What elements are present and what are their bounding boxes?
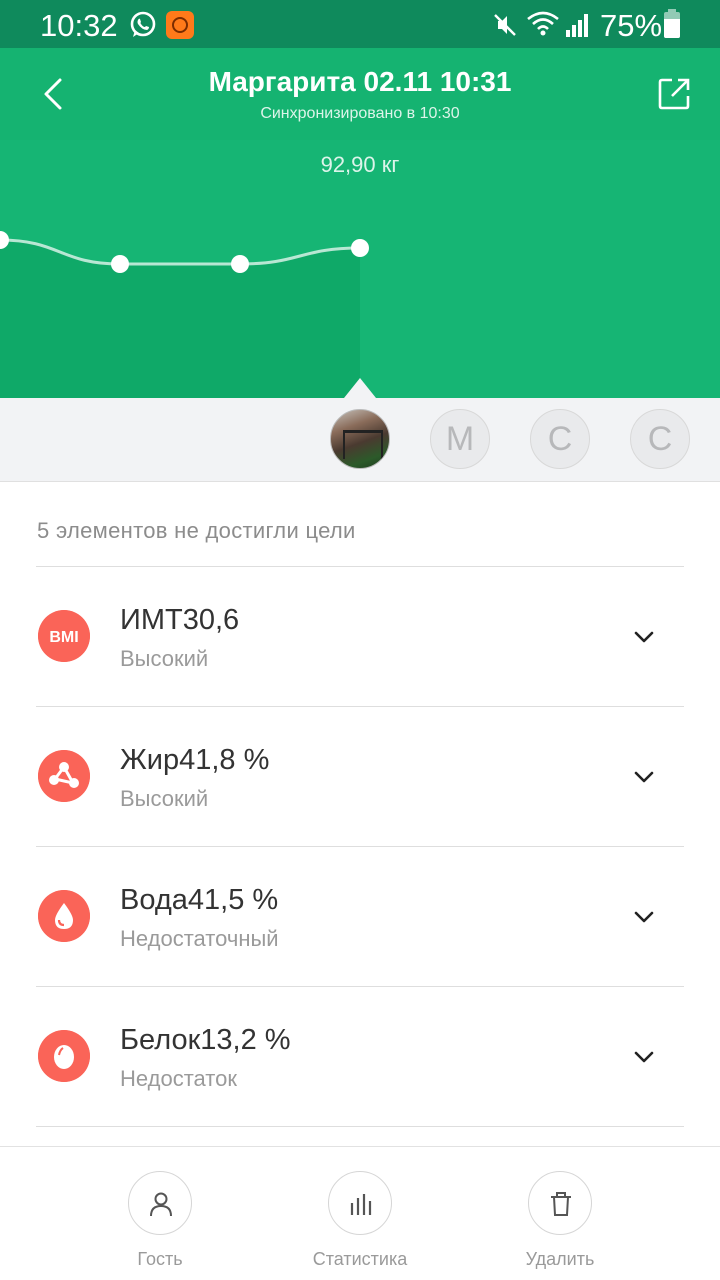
chevron-down-icon[interactable] (634, 770, 654, 784)
delete-circle[interactable] (528, 1171, 592, 1235)
chevron-down-icon[interactable] (634, 630, 654, 644)
avatar-s-2[interactable]: С (630, 409, 690, 469)
battery-percent: 75% (600, 8, 663, 43)
statistics-circle[interactable] (328, 1171, 392, 1235)
divider (36, 1126, 684, 1127)
chevron-down-icon[interactable] (634, 910, 654, 924)
mute-icon (494, 14, 516, 36)
app-header: Маргарита 02.11 10:31 Синхронизировано в… (0, 48, 720, 140)
sync-status: Синхронизировано в 10:30 (260, 105, 460, 122)
metric-status: Высокий (120, 646, 209, 671)
fat-molecule-icon (38, 750, 90, 802)
wifi-icon (527, 11, 559, 36)
app-notification-icon (166, 11, 194, 39)
metric-row-water[interactable]: Вода41,5 % Недостаточный (0, 846, 720, 986)
protein-egg-icon (38, 1030, 90, 1082)
metric-name: Белок13,2 % (120, 1024, 291, 1056)
trash-icon (551, 1192, 571, 1216)
delete-label: Удалить (525, 1249, 595, 1269)
statistics-label: Статистика (312, 1249, 408, 1269)
metrics-panel: 5 элементов не достигли цели BMI ИМТ30,6… (0, 482, 720, 1146)
metric-status: Недостаток (120, 1066, 237, 1091)
person-icon (150, 1192, 172, 1217)
metric-status: Недостаточный (120, 926, 279, 951)
bmi-icon-text: BMI (49, 629, 78, 646)
avatar-m[interactable]: М (430, 409, 490, 469)
chart-point-2[interactable] (231, 255, 249, 273)
metric-name: ИМТ30,6 (120, 604, 240, 636)
metric-row-protein[interactable]: Белок13,2 % Недостаток (0, 986, 720, 1126)
page-title: Маргарита 02.11 10:31 (208, 66, 512, 97)
status-bar: 10:32 75% (0, 0, 720, 48)
guest-label: Гость (137, 1249, 183, 1269)
goal-summary: 5 элементов не достигли цели (37, 518, 356, 543)
metric-name: Жир41,8 % (120, 744, 270, 776)
signal-icon (566, 14, 588, 37)
chevron-down-icon[interactable] (634, 1050, 654, 1064)
avatar-photo[interactable] (330, 409, 390, 469)
chart-point-3[interactable] (351, 239, 369, 257)
selection-pointer (344, 378, 376, 398)
user-selector: М С С (0, 378, 720, 482)
battery-icon (664, 9, 680, 38)
metric-row-fat[interactable]: Жир41,8 % Высокий (0, 706, 720, 846)
guest-circle[interactable] (128, 1171, 192, 1235)
bottom-nav: Гость Статистика Удалить (0, 1146, 720, 1280)
bar-chart-icon (350, 1194, 372, 1215)
bmi-icon: BMI (38, 610, 90, 662)
water-drop-icon (38, 890, 90, 942)
weight-chart: 92,90 кг (0, 140, 720, 398)
metric-status: Высокий (120, 786, 209, 811)
weight-line-chart[interactable] (0, 140, 720, 398)
metric-name: Вода41,5 % (120, 884, 279, 916)
share-icon[interactable] (656, 76, 692, 112)
status-time: 10:32 (40, 8, 118, 43)
metric-row-bmi[interactable]: BMI ИМТ30,6 Высокий (0, 566, 720, 706)
avatar-s-1[interactable]: С (530, 409, 590, 469)
chart-point-1[interactable] (111, 255, 129, 273)
whatsapp-icon (130, 11, 156, 37)
